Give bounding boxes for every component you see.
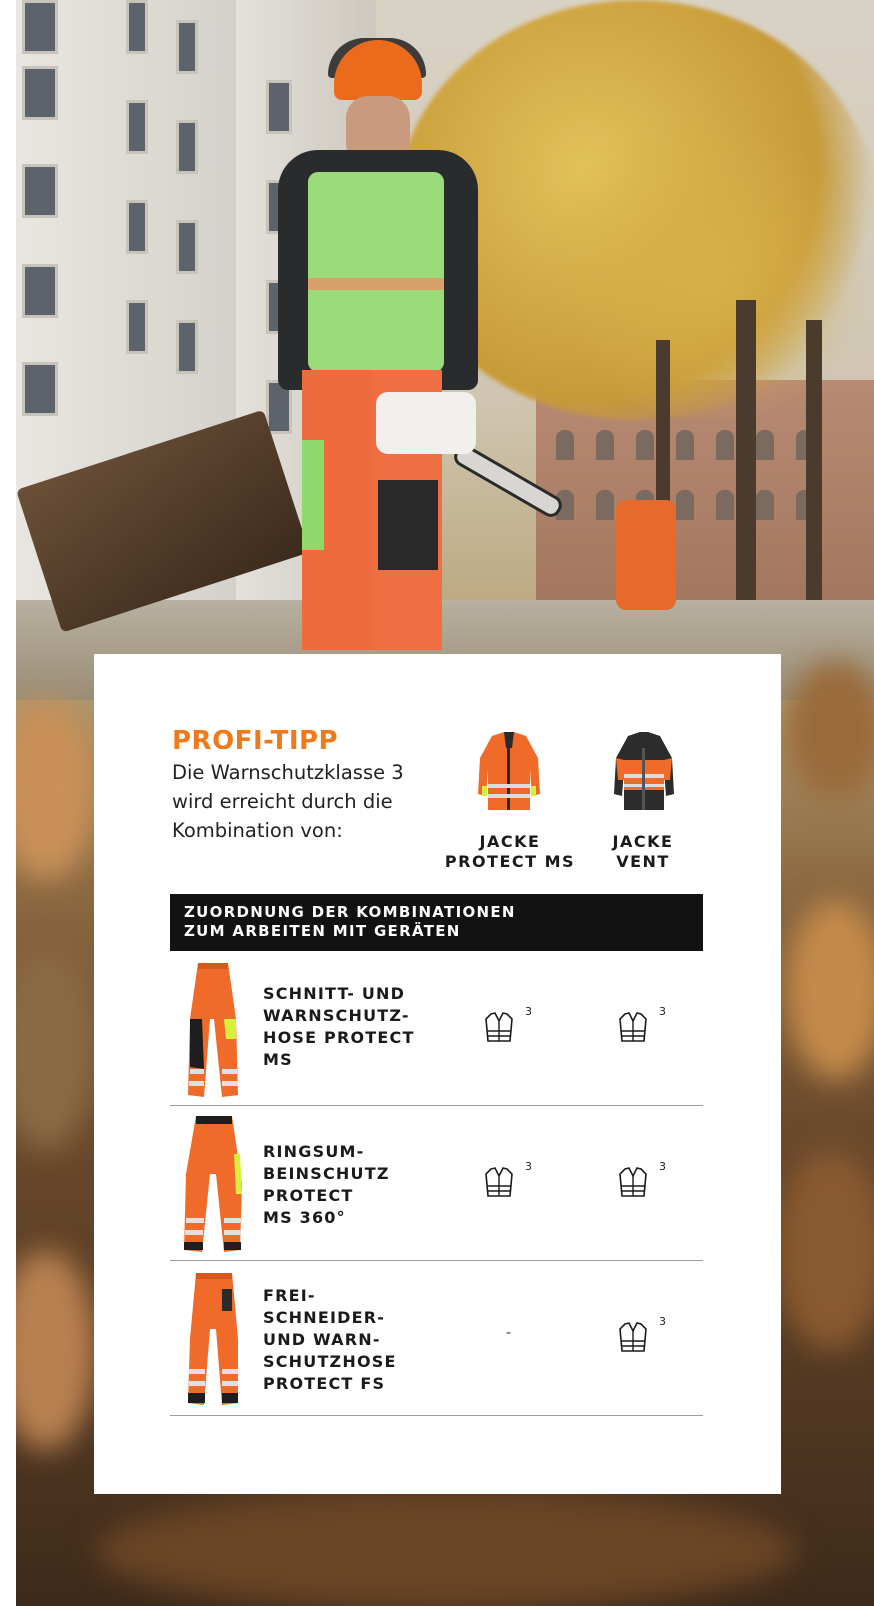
class-superscript: 3	[525, 1160, 532, 1173]
class-superscript: 3	[659, 1315, 666, 1328]
info-card: PROFI-TIPP Die Warnschutzklasse 3 wird e…	[94, 654, 781, 1494]
pants-protect-fs-image	[188, 1273, 238, 1405]
pants-protect-ms-image	[188, 963, 238, 1097]
table-row: RINGSUM- BEINSCHUTZ PROTECT MS 360° 3 3	[170, 1106, 703, 1261]
row-label: SCHNITT- UND WARNSCHUTZ- HOSE PROTECT MS	[263, 984, 415, 1069]
jacket-vent-label: JACKE VENT	[612, 832, 674, 871]
background-worker	[616, 500, 676, 610]
profi-tipp-line-2: wird erreicht durch die	[172, 790, 393, 813]
class-cell-jacket-protect-ms: 3	[483, 1160, 543, 1200]
profi-tipp-line-3: Kombination von:	[172, 819, 343, 842]
table-row: FREI- SCHNEIDER- UND WARN- SCHUTZHOSE PR…	[170, 1261, 703, 1416]
profi-tipp-title: PROFI-TIPP	[172, 726, 339, 756]
page-margin	[0, 0, 16, 1606]
safety-vest-icon	[485, 1167, 513, 1197]
table-row: SCHNITT- UND WARNSCHUTZ- HOSE PROTECT MS…	[170, 951, 703, 1106]
table-header-text: ZUORDNUNG DER KOMBINATIONEN ZUM ARBEITEN…	[184, 903, 516, 940]
safety-vest-icon	[619, 1012, 647, 1042]
pants-green-panel	[302, 440, 324, 550]
safety-vest-icon	[619, 1167, 647, 1197]
jacket-vent-image	[614, 732, 674, 810]
class-cell-jacket-vent: 3	[617, 1005, 677, 1045]
hi-vis-vest	[308, 172, 444, 372]
row-label: FREI- SCHNEIDER- UND WARN- SCHUTZHOSE PR…	[263, 1286, 397, 1393]
class-cell-jacket-vent: 3	[617, 1160, 677, 1200]
class-cell-jacket-vent: 3	[617, 1315, 677, 1355]
pants-black-panel	[378, 480, 438, 570]
profi-tipp-text: Die Warnschutzklasse 3 wird erreicht dur…	[172, 758, 432, 845]
class-cell-jacket-protect-ms: 3	[483, 1005, 543, 1045]
row-label: RINGSUM- BEINSCHUTZ PROTECT MS 360°	[263, 1142, 390, 1227]
jacket-protect-ms-label: JACKE PROTECT MS	[444, 832, 576, 871]
safety-vest-icon	[485, 1012, 513, 1042]
pants-protect-ms-360-image	[184, 1116, 242, 1252]
not-applicable-dash: -	[506, 1325, 512, 1341]
profi-tipp-line-1: Die Warnschutzklasse 3	[172, 761, 404, 784]
jacket-protect-ms-image	[478, 732, 540, 810]
class-superscript: 3	[525, 1005, 532, 1018]
vest-reflective-stripe	[308, 278, 444, 290]
class-superscript: 3	[659, 1160, 666, 1173]
class-superscript: 3	[659, 1005, 666, 1018]
table-header-bar: ZUORDNUNG DER KOMBINATIONEN ZUM ARBEITEN…	[170, 894, 703, 951]
chainsaw-body	[376, 392, 476, 454]
safety-vest-icon	[619, 1322, 647, 1352]
